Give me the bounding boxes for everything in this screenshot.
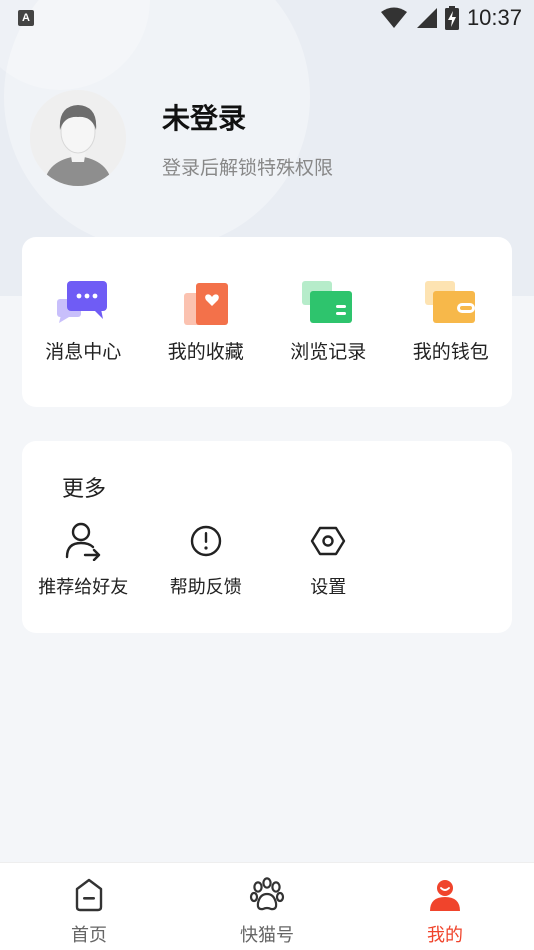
recommend-friend-item[interactable]: 推荐给好友 — [22, 521, 145, 599]
battery-icon — [444, 6, 459, 30]
quick-actions-card: 消息中心 我的收藏 浏览记录 我的钱包 — [22, 237, 512, 407]
bottom-navigation: 首页 快猫号 我的 — [0, 862, 534, 950]
settings-item[interactable]: 设置 — [267, 521, 390, 599]
favorite-icon — [183, 283, 228, 325]
nav-label: 首页 — [71, 925, 107, 946]
history-icon — [302, 281, 353, 323]
help-icon — [190, 525, 221, 557]
message-icon — [57, 281, 108, 323]
paw-icon — [249, 877, 285, 911]
quick-action-label: 我的钱包 — [412, 341, 489, 363]
signal-icon — [416, 8, 437, 28]
more-item-label: 推荐给好友 — [38, 577, 129, 598]
settings-icon — [311, 526, 346, 556]
nav-kuaimao[interactable]: 快猫号 — [178, 863, 356, 950]
more-card: 更多 推荐给好友 帮助反馈 设置 — [22, 441, 512, 633]
app-a-icon: A — [18, 10, 34, 26]
my-favorites-item[interactable]: 我的收藏 — [145, 237, 268, 407]
more-section-title: 更多 — [62, 477, 107, 502]
login-hint: 登录后解锁特殊权限 — [162, 157, 334, 179]
status-bar: A 10:37 — [0, 0, 534, 36]
nav-label: 快猫号 — [240, 925, 294, 946]
default-avatar-icon — [30, 90, 126, 186]
home-icon — [75, 878, 103, 912]
wallet-icon — [424, 281, 475, 323]
status-time: 10:37 — [466, 5, 522, 30]
profile-icon — [430, 880, 460, 911]
quick-action-label: 浏览记录 — [290, 341, 367, 363]
more-item-label: 帮助反馈 — [169, 577, 242, 598]
username[interactable]: 未登录 — [162, 97, 246, 137]
nav-home[interactable]: 首页 — [0, 863, 178, 950]
browse-history-item[interactable]: 浏览记录 — [267, 237, 390, 407]
wifi-icon — [380, 7, 407, 28]
nav-mine[interactable]: 我的 — [356, 863, 534, 950]
quick-action-label: 我的收藏 — [167, 341, 244, 363]
quick-action-label: 消息中心 — [45, 341, 122, 363]
message-center-item[interactable]: 消息中心 — [22, 237, 145, 407]
my-wallet-item[interactable]: 我的钱包 — [390, 237, 513, 407]
help-feedback-item[interactable]: 帮助反馈 — [145, 521, 268, 599]
avatar[interactable] — [30, 90, 126, 186]
more-item-label: 设置 — [310, 577, 347, 598]
nav-label: 我的 — [427, 925, 463, 946]
share-user-icon — [66, 522, 101, 561]
